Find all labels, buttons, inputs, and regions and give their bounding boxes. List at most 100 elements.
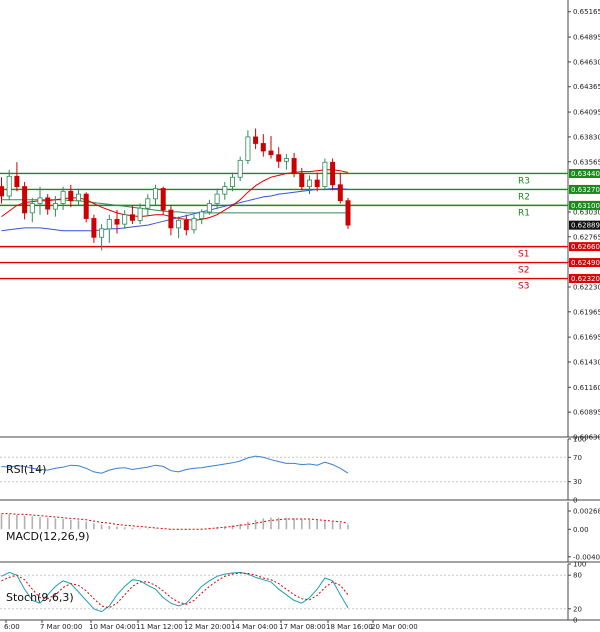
candle-bear [129, 214, 135, 221]
candle-bear [337, 184, 343, 202]
price-y-tick-label: 0.64365 [573, 83, 600, 91]
candle-bear [345, 200, 351, 226]
candle-bear [253, 136, 259, 144]
level-price-tag-text-r2: 0.63270 [571, 186, 600, 194]
level-price-tag-text-r3: 0.63440 [571, 170, 600, 178]
level-label-r2: R2 [518, 192, 530, 202]
candle-bull [245, 136, 251, 161]
level-label-s2: S2 [518, 266, 529, 276]
chart-root: R3 R2 R1 S1 S2 S3 0.65165 0.64895 0.64630 0.6436… [0, 0, 600, 632]
price-y-tick-label: 0.64895 [573, 34, 600, 42]
price-y-tick-label: 0.61965 [573, 308, 600, 316]
x-tick-label: 10 Mar 04:00 [89, 623, 136, 631]
candle-bull [283, 158, 289, 162]
candle-bear [268, 150, 274, 156]
candle-bull [29, 203, 35, 214]
rsi-y-tick-label: 30 [573, 478, 582, 486]
rsi-line [1, 455, 349, 474]
level-price-tag-text-s3: 0.62320 [571, 275, 600, 283]
x-tick-label: 7 Mar 00:00 [40, 623, 82, 631]
stoch-title: Stoch(9,6,3) [6, 591, 74, 604]
rsi-y-tick-label: 70 [573, 454, 582, 462]
price-y-tick-label: 0.60895 [573, 409, 600, 417]
candle-bull [229, 176, 235, 188]
macd-signal-line [1, 513, 349, 530]
candle-bear [91, 218, 97, 238]
x-tick-label: 11 Mar 12:00 [136, 623, 183, 631]
candle-bull [52, 203, 58, 210]
candle-bull [99, 228, 105, 238]
level-price-tag-text-s2: 0.62490 [571, 259, 600, 267]
price-y-tick-label: 0.65165 [573, 8, 600, 16]
candle-bull [37, 197, 43, 204]
candle-bear [160, 188, 166, 211]
price-y-tick-label: 0.62765 [573, 233, 600, 241]
rsi-title: RSI(14) [6, 463, 46, 476]
candle-bear [114, 219, 120, 225]
price-y-tick-label: 0.61430 [573, 358, 600, 366]
candle-bull [152, 188, 158, 200]
candle-bear [168, 209, 174, 229]
level-price-tag-text-s1: 0.62660 [571, 243, 600, 251]
candle-bull [122, 214, 128, 225]
current-price-text: 0.62889 [571, 222, 600, 230]
candle-bear [299, 173, 305, 188]
price-y-tick-label: 0.64095 [573, 109, 600, 117]
candle-bull [206, 203, 212, 213]
macd-y-tick-label: 0.00268 [573, 508, 600, 516]
price-y-tick-label: 0.63565 [573, 158, 600, 166]
candle-bull [306, 179, 312, 188]
candle-bull [199, 211, 205, 219]
macd-y-tick-label: 0.00 [573, 526, 589, 534]
stoch-y-tick-label: 100 [573, 561, 586, 569]
candle-bear [68, 190, 74, 202]
candle-bear [276, 154, 282, 162]
candle-bull [191, 218, 197, 231]
price-y-tick-label: 0.63830 [573, 133, 600, 141]
candle-bear [83, 193, 89, 219]
x-tick-label: 17 Mar 08:00 [279, 623, 326, 631]
x-tick-label: 20 Mar 00:00 [371, 623, 418, 631]
candle-bull [145, 198, 151, 209]
stoch-y-tick-label: 80 [573, 572, 582, 580]
candle-bear [45, 197, 51, 210]
candle-bull [60, 190, 66, 204]
level-label-s3: S3 [518, 282, 529, 292]
candle-bear [314, 179, 320, 188]
x-tick-label: 12 Mar 20:00 [184, 623, 231, 631]
x-tick-label: 6:00 [4, 623, 20, 631]
x-tick-label: 18 Mar 16:00 [326, 623, 373, 631]
price-y-tick-label: 0.61160 [573, 384, 600, 392]
forex-chart: R3 R2 R1 S1 S2 S3 0.65165 0.64895 0.64630 0.6436… [0, 0, 600, 631]
level-label-r3: R3 [518, 176, 530, 186]
price-y-tick-label: 0.61695 [573, 334, 600, 342]
stoch-y-tick-label: 20 [573, 605, 582, 613]
candle-bull [176, 219, 182, 229]
candle-bear [0, 186, 4, 197]
level-label-r1: R1 [518, 208, 530, 218]
candle-bear [330, 161, 336, 186]
candle-bull [237, 159, 243, 178]
candle-bear [291, 158, 297, 174]
price-y-tick-label: 0.64630 [573, 58, 600, 66]
candle-bull [106, 219, 112, 230]
candle-bull [76, 193, 82, 202]
candle-bull [6, 175, 12, 197]
stoch-y-tick-label: 0 [573, 617, 577, 625]
candle-bull [322, 161, 328, 188]
x-tick-label: 14 Mar 04:00 [231, 623, 278, 631]
candle-bear [260, 143, 266, 152]
ma-blue-line [1, 188, 349, 232]
candle-bull [137, 207, 143, 221]
candle-bear [22, 186, 28, 214]
level-label-s1: S1 [518, 250, 529, 260]
candle-bear [183, 219, 189, 231]
macd-title: MACD(12,26,9) [6, 530, 90, 543]
candle-bear [14, 175, 20, 188]
price-y-tick-label: 0.62230 [573, 283, 600, 291]
rsi-y-tick-label: 0 [573, 497, 577, 505]
candle-bull [214, 193, 220, 204]
candle-bull [222, 186, 228, 195]
level-price-tag-text-r1: 0.63100 [571, 202, 600, 210]
rsi-y-tick-label: 100 [573, 436, 586, 444]
